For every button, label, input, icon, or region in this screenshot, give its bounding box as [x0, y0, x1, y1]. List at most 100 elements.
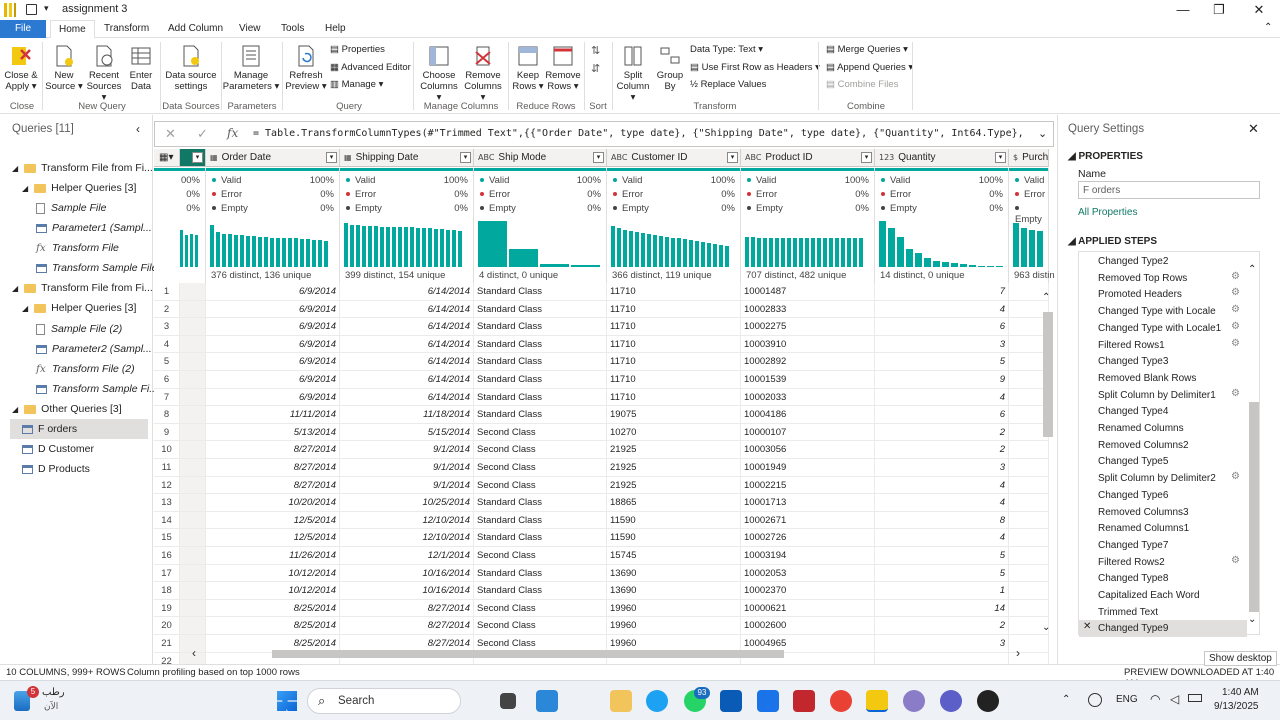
table-cell[interactable]: 5 — [875, 547, 1009, 565]
table-cell[interactable]: 9/1/2014 — [340, 476, 474, 495]
tab-transform[interactable]: Transform — [96, 20, 157, 38]
taskbar-search[interactable]: ⌕ Search — [307, 688, 461, 714]
gear-icon[interactable]: ⚙ — [1231, 338, 1240, 349]
table-cell[interactable]: 8/27/2014 — [206, 459, 340, 477]
collapse-ribbon-icon[interactable]: ⌃ — [1264, 22, 1272, 33]
app-icon-blue[interactable] — [536, 690, 558, 712]
applied-step[interactable]: Split Column by Delimiter1 ⚙ — [1079, 387, 1247, 404]
table-cell[interactable]: 9/1/2014 — [340, 441, 474, 459]
table-cell[interactable]: Second Class — [474, 423, 607, 442]
append-queries-button[interactable]: ▤ Append Queries ▾ — [826, 62, 913, 73]
column-header[interactable]: ▦ Order Date ▾ — [206, 149, 340, 167]
scroll-down-icon[interactable]: ⌄ — [1042, 622, 1050, 633]
table-cell[interactable]: 8 — [875, 511, 1009, 530]
steps-scrollbar[interactable]: ⌃ ⌄ — [1248, 252, 1260, 634]
table-cell[interactable]: 6/9/2014 — [206, 388, 340, 407]
file-explorer-icon[interactable] — [610, 690, 632, 712]
table-cell[interactable]: Standard Class — [474, 283, 607, 301]
app-icon-purple[interactable] — [903, 690, 925, 712]
table-cell[interactable]: 12/5/2014 — [206, 511, 340, 530]
table-cell[interactable]: 3 — [875, 459, 1009, 477]
table-cell[interactable]: 19075 — [607, 406, 741, 424]
query-item[interactable]: Parameter2 (Sampl... — [0, 339, 152, 359]
table-cell[interactable]: 8/25/2014 — [206, 599, 340, 618]
table-cell[interactable]: Second Class — [474, 599, 607, 618]
vertical-scrollbar[interactable]: ⌃ ⌄ — [1042, 292, 1054, 637]
type-icon[interactable]: ABC — [745, 149, 761, 166]
table-cell[interactable]: Standard Class — [474, 388, 607, 407]
table-cell[interactable]: 5/13/2014 — [206, 423, 340, 442]
table-cell[interactable]: 13690 — [607, 564, 741, 583]
delete-step-icon[interactable]: ✕ — [1083, 621, 1091, 632]
collapse-icon[interactable]: ◢ — [1068, 151, 1078, 162]
table-cell[interactable]: Standard Class — [474, 564, 607, 583]
table-cell[interactable]: 10002053 — [741, 564, 875, 583]
scroll-right-icon[interactable]: › — [1016, 646, 1020, 660]
app-icon-teams[interactable] — [757, 690, 779, 712]
fx-icon[interactable]: fx — [227, 126, 238, 140]
applied-step[interactable]: Filtered Rows2 ⚙ — [1079, 554, 1247, 571]
column-header[interactable]: 123 Quantity ▾ — [875, 149, 1009, 167]
table-cell[interactable]: 11710 — [607, 318, 741, 336]
filter-dropdown-icon[interactable]: ▾ — [192, 152, 203, 163]
table-cell[interactable]: 8/27/2014 — [340, 617, 474, 635]
gear-icon[interactable]: ⚙ — [1231, 471, 1240, 482]
table-cell[interactable]: 10/25/2014 — [340, 494, 474, 512]
table-cell[interactable]: Standard Class — [474, 371, 607, 389]
column-header[interactable]: ▦ Shipping Date ▾ — [340, 149, 474, 167]
table-cell[interactable]: 7 — [875, 283, 1009, 301]
app-icon-dark[interactable] — [977, 690, 999, 712]
gear-icon[interactable]: ⚙ — [1231, 388, 1240, 399]
table-cell[interactable]: 10002726 — [741, 529, 875, 547]
applied-step[interactable]: Removed Columns3 — [1079, 504, 1247, 521]
table-row[interactable]: 1 6/9/2014 6/14/2014 Standard Class 11710 100… — [154, 283, 1049, 301]
table-cell[interactable]: 15745 — [607, 547, 741, 565]
table-row[interactable]: 5 6/9/2014 6/14/2014 Standard Class 11710 100… — [154, 353, 1049, 371]
table-cell[interactable]: 6/9/2014 — [206, 371, 340, 389]
applied-step[interactable]: Removed Top Rows ⚙ — [1079, 270, 1247, 287]
filter-dropdown-icon[interactable]: ▾ — [861, 152, 872, 163]
applied-step[interactable]: ✕ Changed Type9 — [1079, 620, 1247, 638]
split-column-button[interactable]: Split Column ▾ — [613, 40, 653, 103]
query-item[interactable]: Transform Sample File — [0, 258, 157, 278]
table-cell[interactable]: 11710 — [607, 300, 741, 319]
new-source-button[interactable]: New Source ▾ — [45, 40, 83, 92]
table-cell[interactable]: 6 — [875, 406, 1009, 424]
table-cell[interactable]: 11710 — [607, 388, 741, 407]
tray-chevron-icon[interactable]: ⌃ — [1062, 694, 1070, 705]
expand-arrow-icon[interactable]: ◢ — [12, 284, 18, 293]
table-row[interactable]: 17 10/12/2014 10/16/2014 Standard Class 1369… — [154, 564, 1049, 583]
table-cell[interactable]: 4 — [875, 388, 1009, 407]
table-row[interactable]: 8 11/11/2014 11/18/2014 Standard Class 19075… — [154, 406, 1049, 424]
table-cell[interactable]: 10000107 — [741, 423, 875, 442]
type-icon[interactable]: ▦ — [344, 149, 352, 166]
wifi-icon[interactable]: ◠ — [1150, 692, 1160, 706]
table-cell[interactable]: 21925 — [607, 441, 741, 459]
table-cell[interactable]: 10003910 — [741, 335, 875, 354]
table-cell[interactable]: 11710 — [607, 283, 741, 301]
table-cell[interactable]: 10002370 — [741, 582, 875, 600]
table-cell[interactable]: 2 — [875, 441, 1009, 459]
close-apply-button[interactable]: Close & Apply ▾ — [2, 40, 40, 92]
table-cell[interactable]: 12/10/2014 — [340, 511, 474, 530]
applied-step[interactable]: Promoted Headers ⚙ — [1079, 286, 1247, 303]
applied-step[interactable]: Filtered Rows1 ⚙ — [1079, 337, 1247, 354]
sort-ascending-icon[interactable]: ⇅ — [591, 44, 600, 57]
query-item[interactable]: fx Transform File (2) — [0, 359, 152, 379]
table-cell[interactable]: 2 — [875, 423, 1009, 442]
query-item[interactable]: ◢ Transform File from Fi... — [0, 158, 153, 178]
table-cell[interactable]: 6/14/2014 — [340, 335, 474, 354]
expand-arrow-icon[interactable]: ◢ — [22, 184, 28, 193]
table-cell[interactable]: 10001539 — [741, 371, 875, 389]
clock-time[interactable]: 1:40 AM — [1222, 687, 1259, 698]
tab-help[interactable]: Help — [317, 20, 354, 38]
tab-view[interactable]: View — [231, 20, 269, 38]
table-row[interactable]: 3 6/9/2014 6/14/2014 Standard Class 11710 100… — [154, 318, 1049, 336]
table-cell[interactable]: 10004186 — [741, 406, 875, 424]
table-cell[interactable]: Standard Class — [474, 406, 607, 424]
query-item[interactable]: ◢ Helper Queries [3] — [0, 178, 152, 198]
column-header[interactable]: ABC Product ID ▾ — [741, 149, 875, 167]
table-cell[interactable]: Standard Class — [474, 582, 607, 600]
table-cell[interactable]: 10002892 — [741, 353, 875, 371]
filter-dropdown-icon[interactable]: ▾ — [593, 152, 604, 163]
